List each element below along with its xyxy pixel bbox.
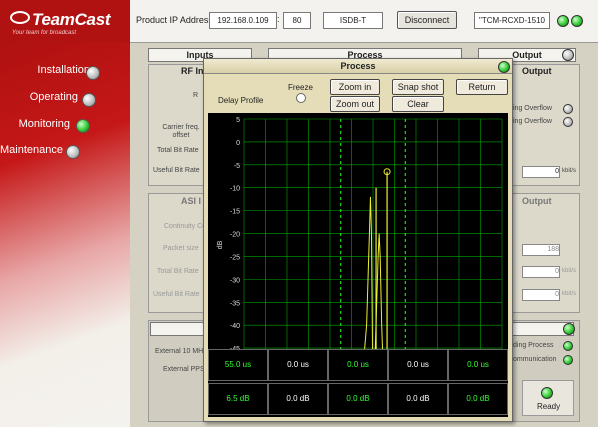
y-tick-label: -40 — [230, 323, 240, 330]
status-led-icon — [571, 15, 583, 27]
nav-monitoring[interactable]: Monitoring — [0, 118, 70, 134]
asi-useful-bitrate-label: Useful Bit Rate — [153, 291, 200, 298]
output2-title: Output — [522, 196, 552, 206]
total-bitrate-label: Total Bit Rate — [157, 147, 199, 154]
overflow-label-1: ing Overflow — [513, 105, 552, 112]
standard-field: ISDB-T — [323, 12, 383, 29]
zoom-in-button[interactable]: Zoom in — [330, 79, 380, 95]
r-label: R — [193, 92, 199, 99]
y-tick-label: 0 — [236, 140, 240, 147]
y-tick-label: -20 — [230, 232, 240, 239]
status-led-icon — [557, 15, 569, 27]
asi-total-bitrate-label: Total Bit Rate — [157, 268, 199, 275]
zoom-out-button[interactable]: Zoom out — [330, 96, 380, 112]
ext-pps-label: External PPS — [163, 366, 205, 373]
kbits-unit: kbit/s — [562, 291, 577, 297]
brand-tagline: Your team for broadcast — [12, 30, 77, 36]
port-separator: : — [277, 14, 280, 24]
result-cell: 55.0 us — [208, 349, 268, 381]
nav-operating[interactable]: Operating — [0, 91, 78, 107]
y-tick-label: -30 — [230, 277, 240, 284]
y-tick-label: -15 — [230, 209, 240, 216]
asi-output-bitrate-value: 0 — [522, 266, 560, 278]
ip-address-field[interactable]: 192.168.0.109 — [209, 12, 277, 29]
output-led-icon — [562, 49, 574, 61]
output-bitrate-value: 0 — [522, 166, 560, 178]
ready-led-icon — [541, 387, 553, 399]
ready-label: Ready — [537, 402, 561, 411]
installation-status-icon — [86, 66, 100, 80]
ip-address-label: Product IP Address — [136, 15, 213, 25]
return-button[interactable]: Return — [456, 79, 508, 95]
asi-title: ASI I — [181, 196, 202, 206]
process-led-icon — [563, 341, 573, 351]
useful-bitrate-label: Useful Bit Rate — [153, 167, 200, 174]
process-window-led-icon — [498, 61, 510, 73]
packet-size-label: Packet size — [163, 245, 199, 252]
freeze-checkbox[interactable] — [296, 93, 306, 103]
freeze-label: Freeze — [288, 83, 313, 92]
device-name-field: "TCM-RCXD-1510 — [474, 12, 550, 29]
reference-led-icon — [563, 323, 575, 335]
operating-status-icon — [82, 93, 96, 107]
logo-text: TeamCast — [32, 10, 111, 29]
result-cell: 0.0 dB — [268, 383, 328, 415]
snap-shot-button[interactable]: Snap shot — [392, 79, 444, 95]
clear-button[interactable]: Clear — [392, 96, 444, 112]
disconnect-button[interactable]: Disconnect — [397, 11, 457, 29]
nav-installation[interactable]: Installation — [0, 64, 90, 80]
y-tick-label: -25 — [230, 254, 240, 261]
y-tick-label: -10 — [230, 186, 240, 193]
maintenance-status-icon — [66, 145, 80, 159]
result-cell: 0.0 dB — [448, 383, 508, 415]
result-cell: 0.0 us — [328, 349, 388, 381]
output-panel-title: Output — [522, 66, 552, 76]
result-cell: 0.0 us — [388, 349, 448, 381]
continuity-label: Continuity Co — [164, 223, 207, 230]
result-cell: 0.0 us — [448, 349, 508, 381]
result-cell: 0.0 dB — [388, 383, 448, 415]
nav-label: Installation — [37, 64, 90, 76]
result-cell: 6.5 dB — [208, 383, 268, 415]
communication-led-icon — [563, 355, 573, 365]
kbits-unit: kbit/s — [562, 268, 577, 274]
result-cell: 0.0 dB — [328, 383, 388, 415]
process-status-label: ding Process — [513, 342, 554, 349]
nav-label: Maintenance — [0, 144, 63, 156]
process-window-title: Process — [204, 59, 512, 74]
process-window: Process Freeze Delay Profile Zoom in Zoo… — [203, 58, 513, 422]
nav-label: Operating — [29, 91, 78, 103]
communication-label: ommunication — [513, 356, 557, 363]
rf-input-title: RF In — [181, 66, 204, 76]
y-axis-label: dB — [217, 240, 224, 249]
monitoring-status-icon — [76, 119, 90, 133]
y-tick-label: -5 — [234, 163, 240, 170]
port-field[interactable]: 80 — [283, 12, 311, 29]
asi-useful-bitrate-value: 0 — [522, 289, 560, 301]
result-cell: 0.0 us — [268, 349, 328, 381]
kbits-unit: kbit/s — [562, 168, 577, 174]
ext-10mhz-label: External 10 MHz — [155, 348, 207, 355]
overflow-led-icon — [563, 104, 573, 114]
results-grid: 55.0 us 0.0 us 0.0 us 0.0 us 0.0 us 6.5 dB 0.0… — [208, 349, 508, 417]
overflow-label-2: ing Overflow — [513, 118, 552, 125]
delay-profile-label: Delay Profile — [218, 96, 264, 105]
nav-maintenance[interactable]: Maintenance — [0, 144, 63, 160]
logo-ring-icon — [10, 11, 30, 24]
carrier-offset-label: Carrier freq. offset — [162, 124, 200, 139]
nav-label: Monitoring — [18, 118, 70, 130]
overflow-led-icon — [563, 117, 573, 127]
teamcast-logo: TeamCast — [10, 10, 111, 30]
y-tick-label: 5 — [236, 117, 240, 124]
packet-size-value: 188 — [522, 244, 560, 256]
y-tick-label: -35 — [230, 300, 240, 307]
